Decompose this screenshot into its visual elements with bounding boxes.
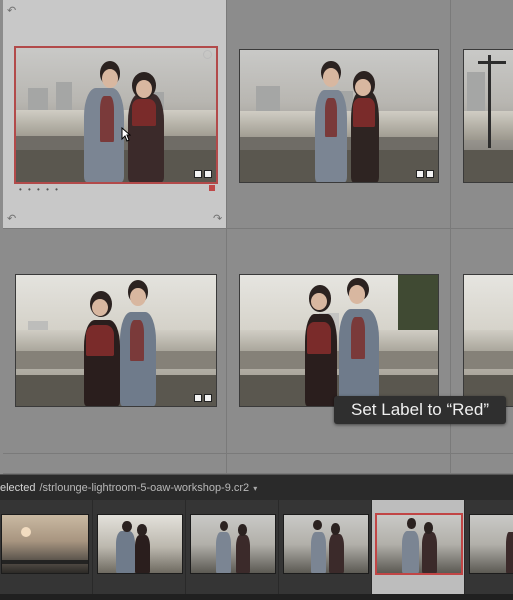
thumbnail-badges [416, 170, 434, 179]
filmstrip-thumb-6[interactable] [465, 500, 513, 594]
set-label-tooltip: Set Label to “Red” [334, 396, 506, 424]
thumbnail-image[interactable] [98, 515, 182, 573]
thumbnail-image[interactable] [16, 275, 216, 406]
star-rating-placeholder[interactable]: • • • • • [19, 185, 60, 194]
thumbnail-image[interactable] [464, 50, 513, 182]
thumbnail-image[interactable] [16, 48, 216, 182]
filmstrip [0, 500, 513, 600]
filmstrip-thumb-3[interactable] [186, 500, 279, 594]
rotate-left-icon[interactable]: ↶ [7, 214, 17, 225]
filmstrip-source-path[interactable]: /strlounge-lightroom-5-oaw-workshop-9.cr… [39, 482, 249, 494]
filmstrip-header: elected/strlounge-lightroom-5-oaw-worksh… [0, 474, 513, 501]
filmstrip-thumb-5[interactable] [372, 500, 465, 594]
filmstrip-thumb-4[interactable] [279, 500, 372, 594]
grid-cell-row3 [451, 454, 513, 474]
grid-cell-1[interactable]: ↶ • • • • • ↶ ↷ [3, 0, 227, 229]
filmstrip-scrollbar[interactable] [0, 594, 513, 600]
grid-cell-4[interactable] [3, 229, 227, 454]
thumbnail-badges [194, 394, 212, 403]
filmstrip-thumb-1[interactable] [0, 500, 93, 594]
thumbnail-image[interactable] [470, 515, 513, 573]
filmstrip-thumb-2[interactable] [93, 500, 186, 594]
thumbnail-image[interactable] [240, 275, 438, 406]
grid-cell-row3 [3, 454, 227, 474]
quick-collection-marker-icon[interactable] [203, 50, 212, 59]
thumbnail-image[interactable] [377, 515, 461, 573]
grid-cell-row3 [227, 454, 451, 474]
source-dropdown-icon[interactable]: ▾ [253, 484, 257, 493]
thumbnail-image[interactable] [191, 515, 275, 573]
rotate-left-icon[interactable]: ↶ [7, 6, 17, 17]
mouse-cursor-icon [121, 127, 131, 142]
grid-cell-3[interactable] [451, 0, 513, 229]
thumbnail-image[interactable] [284, 515, 368, 573]
red-label-chip [209, 185, 215, 191]
thumbnail-image[interactable] [2, 515, 88, 573]
thumbnail-image[interactable] [240, 50, 438, 182]
thumbnail-image[interactable] [464, 275, 513, 406]
selected-count-label: elected [0, 482, 36, 494]
grid-cell-2[interactable] [227, 0, 451, 229]
thumbnail-badges [194, 170, 212, 179]
rotate-right-icon[interactable]: ↷ [213, 214, 223, 225]
